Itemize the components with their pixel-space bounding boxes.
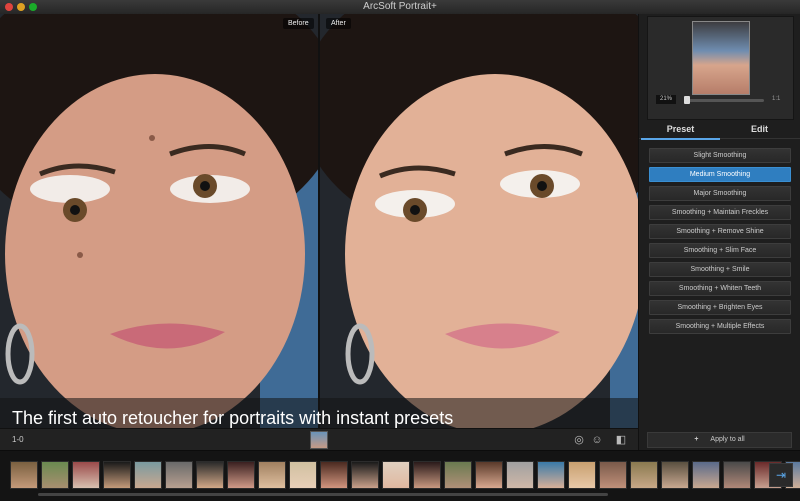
navigator: 21% 1:1 [647,16,794,120]
photo-comparison: Before After The first auto retoucher fo… [0,14,638,428]
panel-tabs: Preset Edit [639,120,800,140]
preset-item-selected[interactable]: Medium Smoothing [649,167,791,182]
after-photo: After [320,14,638,428]
photo-thumbnail[interactable] [568,461,596,489]
preset-item[interactable]: Smoothing + Slim Face [649,243,791,258]
window-title: ArcSoft Portrait+ [363,1,437,12]
photo-thumbnail[interactable] [599,461,627,489]
photo-thumbnail[interactable] [382,461,410,489]
photo-thumbnail[interactable] [72,461,100,489]
filmstrip-scrollbar[interactable] [38,493,608,496]
preset-item[interactable]: Smoothing + Smile [649,262,791,277]
photo-thumbnail[interactable] [475,461,503,489]
apply-to-all-button[interactable]: + Apply to all [647,432,792,448]
photo-thumbnail[interactable] [661,461,689,489]
zoom-slider-track[interactable] [684,99,764,102]
photo-thumbnail[interactable] [630,461,658,489]
photo-thumbnail[interactable] [506,461,534,489]
photo-thumbnail[interactable] [10,461,38,489]
zoom-level: 21% [656,95,676,104]
photo-thumbnail[interactable] [444,461,472,489]
photo-thumbnail[interactable] [537,461,565,489]
preset-item[interactable]: Smoothing + Multiple Effects [649,319,791,334]
tab-preset[interactable]: Preset [641,120,720,140]
photo-thumbnail[interactable] [692,461,720,489]
smile-icon[interactable]: ☺ [590,433,604,447]
photo-thumbnail[interactable] [165,461,193,489]
apply-to-all-label: Apply to all [710,436,745,443]
page-indicator: 1-0 [12,435,24,444]
preset-item[interactable]: Smoothing + Whiten Teeth [649,281,791,296]
face-tools-icon[interactable]: ◎ [572,433,586,447]
compare-view-icon[interactable]: ◧ [614,433,628,447]
tab-edit[interactable]: Edit [720,120,799,138]
title-bar: ArcSoft Portrait+ [0,0,800,15]
plus-icon: + [694,436,699,443]
preset-item[interactable]: Slight Smoothing [649,148,791,163]
before-photo: Before [0,14,318,428]
after-label: After [326,18,351,29]
photo-thumbnail[interactable] [41,461,69,489]
before-portrait-image [0,14,318,428]
preset-item[interactable]: Smoothing + Maintain Freckles [649,205,791,220]
photo-thumbnail[interactable] [227,461,255,489]
preset-item[interactable]: Smoothing + Brighten Eyes [649,300,791,315]
after-portrait-image [320,14,638,428]
preset-list: Slight Smoothing Medium Smoothing Major … [649,148,791,338]
navigator-thumbnail[interactable] [692,21,750,95]
current-photo-thumbnail[interactable] [310,431,328,449]
filmstrip: ⇥ [0,450,800,501]
photo-thumbnail[interactable] [289,461,317,489]
right-panel: 21% 1:1 Preset Edit Slight Smoothing Med… [638,14,800,450]
bottom-toolbar: 1-0 ◎ ☺ ◧ [0,428,638,451]
zoom-max-label: 1:1 [772,96,781,102]
photo-thumbnail[interactable] [103,461,131,489]
photo-thumbnail[interactable] [196,461,224,489]
preset-item[interactable]: Major Smoothing [649,186,791,201]
preset-item[interactable]: Smoothing + Remove Shine [649,224,791,239]
photo-thumbnail[interactable] [723,461,751,489]
photo-thumbnail[interactable] [258,461,286,489]
before-label: Before [283,18,314,29]
caption-banner: The first auto retoucher for portraits w… [0,398,638,428]
photo-thumbnail[interactable] [320,461,348,489]
caption-text: The first auto retoucher for portraits w… [12,408,454,428]
photo-thumbnail[interactable] [413,461,441,489]
export-icon[interactable]: ⇥ [769,463,793,487]
thumbnail-strip [10,461,800,489]
zoom-slider-handle[interactable] [684,96,690,104]
photo-thumbnail[interactable] [134,461,162,489]
photo-thumbnail[interactable] [351,461,379,489]
